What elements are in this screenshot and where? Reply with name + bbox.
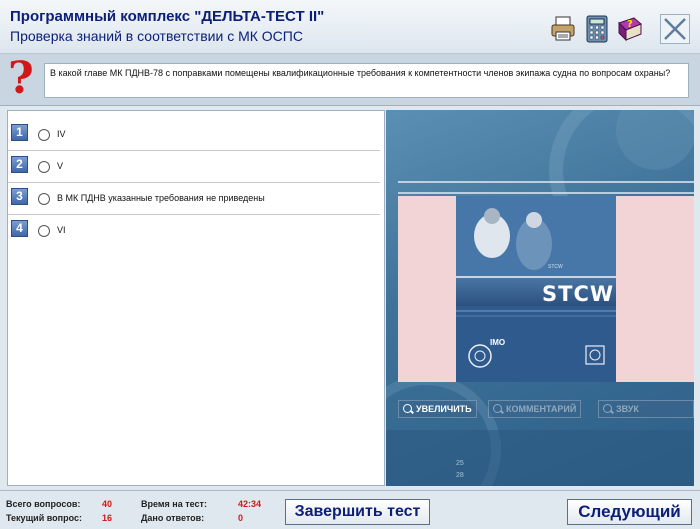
- magnifier-icon: [603, 404, 612, 413]
- test-time-value: 42:34: [238, 499, 262, 509]
- next-question-button[interactable]: Следующий: [567, 499, 692, 525]
- answer-number: 1: [11, 124, 28, 141]
- app-title: Программный комплекс "ДЕЛЬТА-ТЕСТ II": [10, 8, 325, 25]
- total-questions-value: 40: [102, 499, 113, 509]
- question-text: В какой главе МК ПДНВ-78 с поправками по…: [44, 63, 689, 98]
- sound-button[interactable]: ЗВУК: [598, 400, 694, 418]
- cover-small-text: STCW: [548, 264, 563, 270]
- illustration-panel: STCW STCW IMO УВЕЛИЧИТЬ КОММЕНТАРИЙ ЗВУК…: [386, 110, 694, 486]
- answer-option-1[interactable]: 1 IV: [8, 121, 380, 151]
- question-image[interactable]: STCW STCW IMO: [398, 196, 694, 382]
- cover-title: STCW: [542, 282, 615, 306]
- app-header: Программный комплекс "ДЕЛЬТА-ТЕСТ II" Пр…: [0, 0, 700, 54]
- answers-given-label: Дано ответов:: [141, 513, 205, 523]
- stcw-book-cover: STCW STCW IMO: [456, 196, 616, 382]
- cover-org: IMO: [490, 338, 506, 347]
- answer-text: VI: [57, 225, 66, 235]
- calculator-icon[interactable]: [584, 15, 610, 43]
- answer-radio[interactable]: [38, 193, 50, 205]
- question-mark-icon: ?: [8, 53, 34, 104]
- answer-number: 4: [11, 220, 28, 237]
- deco-number: 25: [456, 460, 464, 467]
- answer-option-3[interactable]: 3 В МК ПДНВ указанные требования не прив…: [8, 185, 380, 215]
- answers-panel: 1 IV 2 V 3 В МК ПДНВ указанные требовани…: [7, 110, 385, 486]
- close-icon: [664, 18, 686, 40]
- printer-icon[interactable]: [550, 15, 576, 43]
- answer-radio[interactable]: [38, 161, 50, 173]
- comment-button[interactable]: КОММЕНТАРИЙ: [488, 400, 582, 418]
- test-time-label: Время на тест:: [141, 499, 207, 509]
- answer-radio[interactable]: [38, 225, 50, 237]
- total-questions-label: Всего вопросов:: [6, 499, 81, 509]
- answer-option-2[interactable]: 2 V: [8, 153, 380, 183]
- status-bar: Всего вопросов: 40 Текущий вопрос: 16 Вр…: [0, 490, 700, 529]
- magnifier-icon: [493, 404, 502, 413]
- answer-option-4[interactable]: 4 VI: [8, 217, 380, 247]
- svg-text:?: ?: [627, 19, 633, 30]
- answer-number: 2: [11, 156, 28, 173]
- deco-number: 28: [456, 472, 464, 479]
- answer-text: V: [57, 161, 64, 171]
- divider: [398, 192, 694, 194]
- answer-text: IV: [57, 129, 66, 139]
- question-bar: ? В какой главе МК ПДНВ-78 с поправками …: [0, 54, 700, 106]
- answer-text: В МК ПДНВ указанные требования не привед…: [57, 193, 265, 203]
- app-subtitle: Проверка знаний в соответствии с МК ОСПС: [10, 28, 303, 44]
- divider: [398, 181, 694, 183]
- answers-given-value: 0: [238, 513, 244, 523]
- current-question-label: Текущий вопрос:: [6, 513, 82, 523]
- close-button[interactable]: [660, 14, 690, 44]
- answer-radio[interactable]: [38, 129, 50, 141]
- zoom-button[interactable]: УВЕЛИЧИТЬ: [398, 400, 477, 418]
- magnifier-icon: [403, 404, 412, 413]
- answer-number: 3: [11, 188, 28, 205]
- finish-test-button[interactable]: Завершить тест: [285, 499, 430, 525]
- current-question-value: 16: [102, 513, 113, 523]
- help-book-icon[interactable]: ?: [616, 15, 642, 43]
